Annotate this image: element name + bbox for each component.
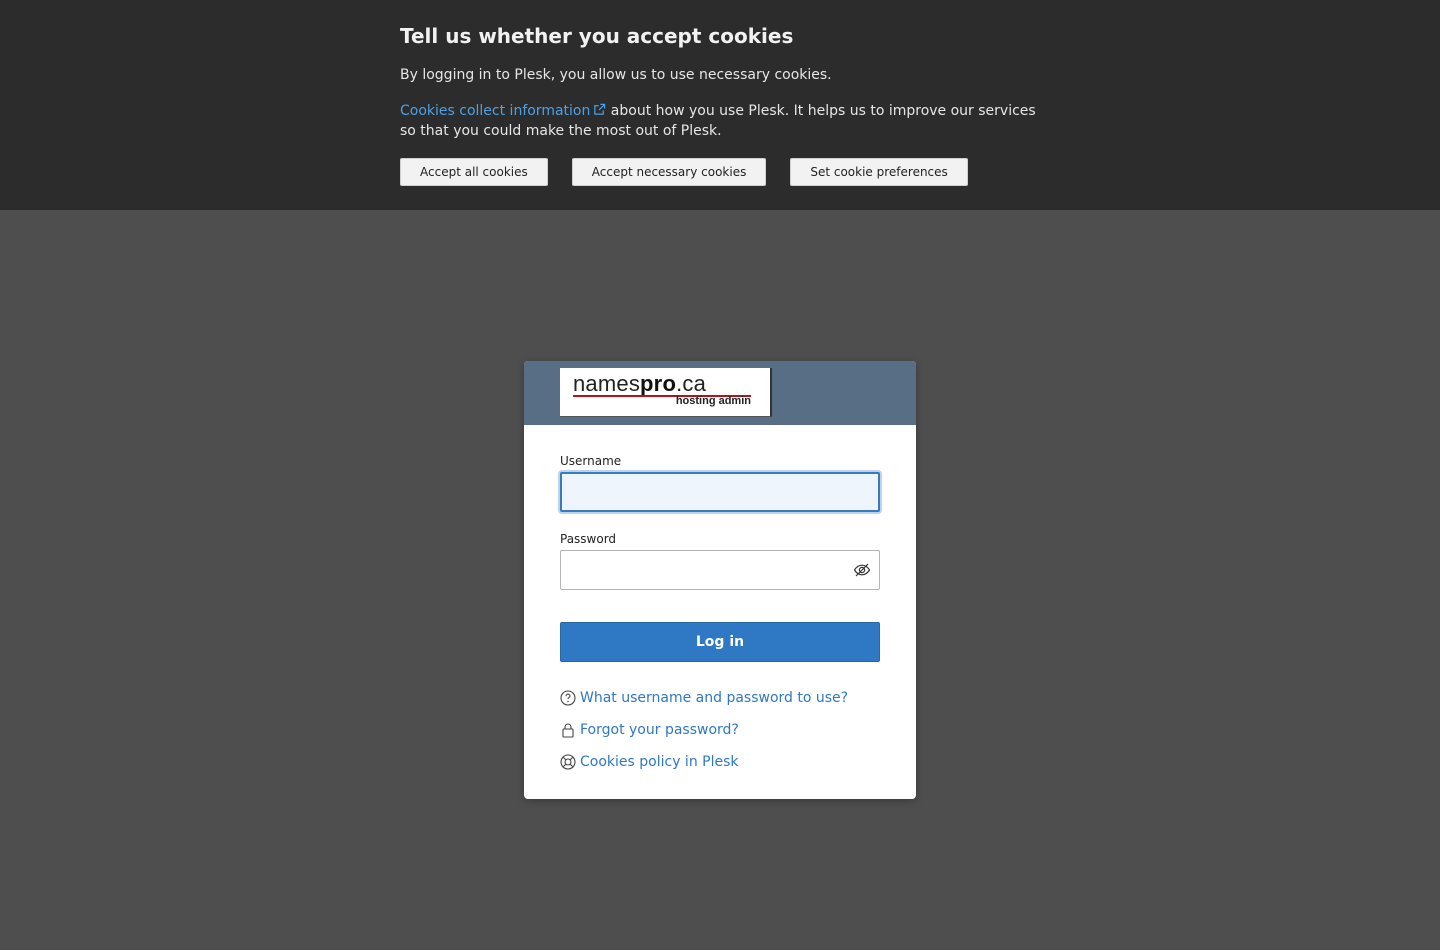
namespro-logo: namespro.ca hosting admin — [560, 368, 772, 417]
logo-name-bold: pro — [640, 371, 677, 396]
set-cookie-preferences-button[interactable]: Set cookie preferences — [790, 158, 968, 186]
username-field-wrap — [560, 472, 880, 512]
cookie-title: Tell us whether you accept cookies — [400, 24, 794, 48]
help-link-credentials[interactable]: What username and password to use? — [560, 682, 880, 714]
logo-name-suffix: .ca — [676, 371, 707, 396]
logo-name-light: names — [573, 371, 641, 396]
cookie-info-link-label: Cookies collect information — [400, 103, 591, 119]
login-card: namespro.ca hosting admin Username Passw… — [524, 361, 916, 799]
password-field-wrap — [560, 550, 880, 590]
logo-wordmark: namespro.ca — [573, 371, 706, 397]
help-link-forgot-password-label[interactable]: Forgot your password? — [580, 722, 739, 738]
accept-all-cookies-button[interactable]: Accept all cookies — [400, 158, 548, 186]
help-link-credentials-label[interactable]: What username and password to use? — [580, 690, 848, 706]
cookie-necessary-text: By logging in to Plesk, you allow us to … — [400, 67, 832, 83]
username-label: Username — [560, 454, 622, 468]
lifebuoy-icon — [560, 754, 576, 770]
question-circle-icon — [560, 690, 576, 706]
password-label: Password — [560, 532, 617, 546]
help-link-forgot-password[interactable]: Forgot your password? — [560, 714, 880, 746]
password-input[interactable] — [560, 550, 880, 590]
accept-necessary-cookies-button[interactable]: Accept necessary cookies — [571, 158, 767, 186]
external-link-icon — [594, 103, 606, 115]
help-link-cookies-policy[interactable]: Cookies policy in Plesk — [560, 746, 880, 778]
eye-slash-icon[interactable] — [853, 562, 871, 578]
help-link-cookies-policy-label[interactable]: Cookies policy in Plesk — [580, 754, 738, 770]
cookie-banner: Tell us whether you accept cookies By lo… — [0, 0, 1440, 210]
log-in-button[interactable]: Log in — [560, 622, 880, 662]
logo-subtitle: hosting admin — [675, 395, 751, 407]
cookie-content: Tell us whether you accept cookies By lo… — [400, 22, 1050, 141]
username-input[interactable] — [560, 472, 880, 512]
cookie-info-link[interactable]: Cookies collect information — [400, 103, 606, 119]
cookie-info-text: Cookies collect information about how yo… — [400, 101, 1050, 141]
cookie-buttons: Accept all cookies Accept necessary cook… — [400, 158, 968, 186]
login-form: Username Password Log in What username a… — [560, 425, 880, 778]
lock-icon — [562, 723, 574, 738]
login-card-header: namespro.ca hosting admin — [524, 361, 916, 425]
help-links: What username and password to use? Forgo… — [560, 682, 880, 778]
